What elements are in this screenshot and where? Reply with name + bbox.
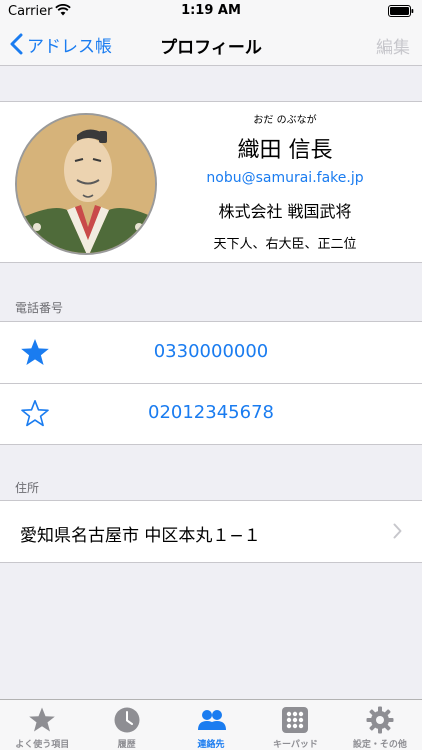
- avatar: [15, 113, 157, 255]
- tab-settings[interactable]: 設定・その他: [338, 700, 422, 750]
- company-name: 株式会社 戦国武将: [218, 202, 352, 221]
- phone-number[interactable]: 02012345678: [0, 402, 422, 423]
- tab-contacts[interactable]: 連絡先: [169, 700, 253, 750]
- address-list: 愛知県名古屋市 中区本丸１−１: [0, 500, 422, 563]
- gear-icon: [366, 706, 394, 734]
- phone-number[interactable]: 0330000000: [0, 341, 422, 362]
- tab-bar: よく使う項目 履歴 連絡先 キーパッド 設定・その他: [0, 699, 422, 750]
- contact-name: 織田 信長: [237, 138, 333, 163]
- status-bar: Carrier 1:19 AM: [0, 0, 422, 22]
- clock-icon: [114, 707, 140, 733]
- email-link[interactable]: nobu@samurai.fake.jp: [180, 170, 390, 186]
- tab-label: よく使う項目: [15, 740, 70, 750]
- edit-button[interactable]: 編集: [376, 33, 410, 58]
- portrait-image: [17, 115, 155, 253]
- contacts-icon: [198, 710, 227, 730]
- battery-icon: [388, 5, 414, 17]
- address-text: 愛知県名古屋市 中区本丸１−１: [20, 526, 261, 546]
- page-title: プロフィール: [160, 38, 262, 58]
- phone-row-1[interactable]: 0330000000: [0, 322, 422, 383]
- tab-history[interactable]: 履歴: [84, 700, 168, 750]
- navigation-bar: アドレス帳 プロフィール 編集: [0, 22, 422, 66]
- status-time: 1:19 AM: [181, 3, 241, 18]
- tab-label: 設定・その他: [352, 740, 407, 750]
- address-section-header: 住所: [15, 481, 40, 495]
- tab-label: 連絡先: [197, 740, 225, 750]
- name-furigana: おだ のぶなが: [253, 115, 317, 126]
- star-icon: [29, 707, 56, 732]
- job-title: 天下人、右大臣、正二位: [213, 237, 357, 252]
- chevron-right-icon: [393, 523, 402, 539]
- tab-favorites[interactable]: よく使う項目: [0, 700, 84, 750]
- tab-label: キーパッド: [272, 740, 318, 750]
- tab-label: 履歴: [117, 740, 136, 750]
- phone-list: 0330000000 02012345678: [0, 321, 422, 445]
- phone-row-2[interactable]: 02012345678: [0, 383, 422, 444]
- keypad-icon: [282, 707, 309, 733]
- tab-keypad[interactable]: キーパッド: [253, 700, 337, 750]
- address-row[interactable]: 愛知県名古屋市 中区本丸１−１: [0, 501, 422, 562]
- phone-section-header: 電話番号: [15, 301, 64, 315]
- profile-card: おだ のぶなが 織田 信長 nobu@samurai.fake.jp 株式会社 …: [0, 101, 422, 263]
